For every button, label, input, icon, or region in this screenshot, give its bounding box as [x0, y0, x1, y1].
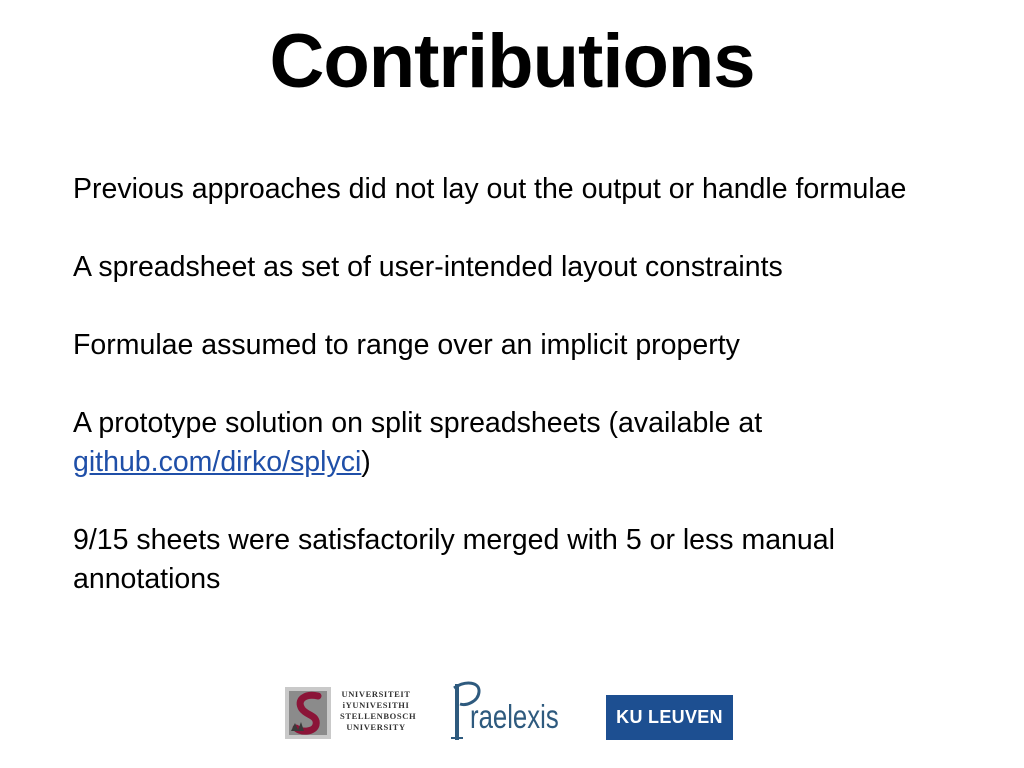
bullet-prototype: A prototype solution on split spreadshee…: [73, 404, 953, 482]
sponsor-logos: UNIVERSITEIT iYUNIVESITHI STELLENBOSCH U…: [0, 676, 1024, 746]
prototype-text: A prototype solution on split spreadshee…: [73, 407, 763, 439]
stellenbosch-logo: UNIVERSITEIT iYUNIVESITHI STELLENBOSCH U…: [285, 686, 417, 741]
slide-body: Previous approaches did not lay out the …: [73, 170, 953, 638]
kuleuven-logo: KU LEUVEN: [606, 695, 733, 740]
praelexis-logo: raelexis: [448, 678, 573, 744]
stellenbosch-wordmark: UNIVERSITEIT iYUNIVESITHI STELLENBOSCH U…: [340, 689, 417, 733]
github-link[interactable]: github.com/dirko/splyci: [73, 446, 361, 478]
bullet-results: 9/15 sheets were satisfactorily merged w…: [73, 524, 835, 595]
stellenbosch-line-1: UNIVERSITEIT: [341, 689, 411, 699]
stellenbosch-line-4: UNIVERSITY: [346, 722, 406, 732]
bullet-implicit-property: Formulae assumed to range over an implic…: [73, 329, 740, 361]
stellenbosch-line-3: STELLENBOSCH: [340, 711, 417, 721]
slide-title: Contributions: [269, 19, 755, 104]
prototype-text-end: ): [361, 446, 371, 478]
stellenbosch-crest-icon: [285, 687, 331, 739]
bullet-layout-constraints: A spreadsheet as set of user-intended la…: [73, 251, 783, 283]
praelexis-wordmark: raelexis: [470, 698, 559, 735]
stellenbosch-line-2: iYUNIVESITHI: [342, 700, 410, 710]
bullet-previous-approaches: Previous approaches did not lay out the …: [73, 173, 907, 205]
